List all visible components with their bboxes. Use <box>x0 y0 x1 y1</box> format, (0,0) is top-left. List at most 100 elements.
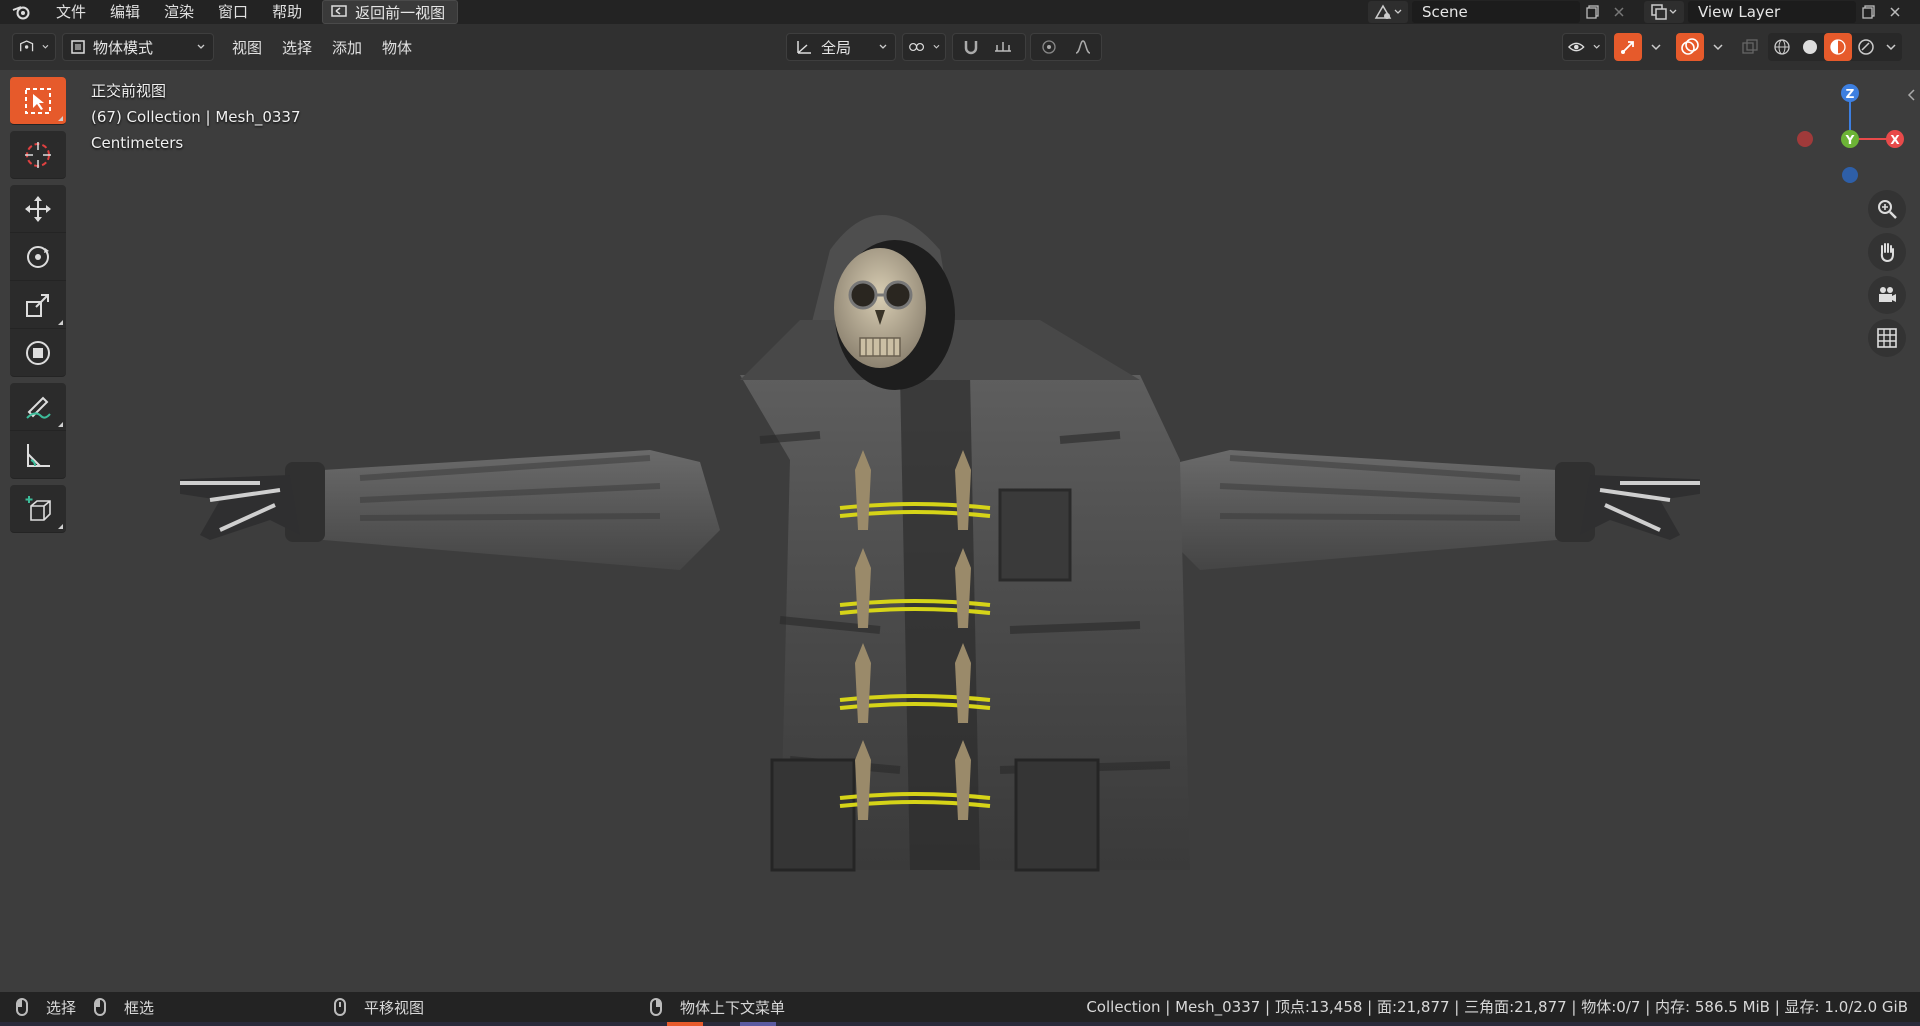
unit-system: Centimeters <box>91 134 184 152</box>
view-layer-selector: View Layer <box>1644 0 1908 24</box>
gizmo-x-label: X <box>1890 133 1900 147</box>
select-hint-label: 选择 <box>46 998 77 1017</box>
xray-icon <box>1742 39 1758 54</box>
rendered-shading-icon[interactable] <box>1852 33 1880 61</box>
snapping-group <box>952 33 1026 61</box>
falloff-curve-icon[interactable] <box>1069 33 1097 61</box>
cursor-tool[interactable] <box>10 131 66 179</box>
object-visibility-dropdown[interactable] <box>1562 33 1606 61</box>
gizmo-neg-x-axis[interactable] <box>1797 131 1813 147</box>
show-overlays-toggle[interactable] <box>1676 33 1704 61</box>
eye-icon <box>1568 42 1585 52</box>
chevron-down-icon <box>1713 43 1723 50</box>
back-button-label: 返回前一视图 <box>355 3 446 22</box>
tool-shelf <box>10 77 66 533</box>
gizmo-y-label: Y <box>1845 133 1855 147</box>
gizmo-neg-z-axis[interactable] <box>1842 167 1858 183</box>
menu-file[interactable]: 文件 <box>44 0 98 24</box>
scene-icon <box>1374 4 1392 19</box>
magnet-snap-icon[interactable] <box>957 33 985 61</box>
close-view-layer-icon[interactable] <box>1882 1 1908 23</box>
chevron-down-icon <box>197 44 205 49</box>
menu-render[interactable]: 渲染 <box>152 0 206 24</box>
proportional-edit-icon[interactable] <box>1035 33 1063 61</box>
view-name: 正交前视图 <box>91 82 167 100</box>
viewport-header: 物体模式 视图 选择 添加 物体 全局 <box>0 24 1920 70</box>
status-pan-hint: 平移视图 <box>334 992 424 1022</box>
transform-icon <box>26 340 50 365</box>
close-scene-icon[interactable] <box>1606 1 1632 23</box>
menu-object[interactable]: 物体 <box>372 37 422 58</box>
shading-mode-group <box>1768 33 1902 61</box>
menu-window[interactable]: 窗口 <box>206 0 260 24</box>
camera-view-icon[interactable] <box>1868 276 1906 314</box>
scene-selector: Scene <box>1368 0 1632 24</box>
sidebar-toggle-chevron-icon[interactable] <box>1906 88 1916 106</box>
new-scene-icon[interactable] <box>1580 1 1606 23</box>
pan-hint-label: 平移视图 <box>364 998 425 1017</box>
snap-increment-icon[interactable] <box>989 33 1017 61</box>
chevron-down-icon <box>933 44 940 49</box>
wireframe-shading-icon[interactable] <box>1768 33 1796 61</box>
new-view-layer-icon[interactable] <box>1856 1 1882 23</box>
editor-type-dropdown[interactable] <box>12 33 56 61</box>
view-layer-name-field[interactable]: View Layer <box>1688 1 1856 23</box>
blender-logo-icon[interactable] <box>0 0 44 24</box>
toggle-xray-button[interactable] <box>1736 33 1764 61</box>
chevron-down-icon <box>1669 9 1677 14</box>
scale-tool[interactable] <box>10 281 66 329</box>
menu-help[interactable]: 帮助 <box>260 0 314 24</box>
shading-options-dropdown[interactable] <box>1880 33 1902 61</box>
menu-edit[interactable]: 编辑 <box>98 0 152 24</box>
annotate-tool[interactable] <box>10 383 66 431</box>
transform-orientation-dropdown[interactable]: 全局 <box>786 33 896 61</box>
measure-ruler-icon <box>27 443 50 467</box>
add-cube-tool[interactable] <box>10 485 66 533</box>
pan-hand-icon[interactable] <box>1868 233 1906 271</box>
3d-viewport[interactable]: 正交前视图 (67) Collection | Mesh_0337 Centim… <box>0 70 1920 992</box>
menu-select[interactable]: 选择 <box>272 37 322 58</box>
pivot-point-dropdown[interactable] <box>902 33 946 61</box>
character-model[interactable] <box>180 200 1700 992</box>
status-bottom-strip <box>0 1022 1920 1026</box>
menu-view[interactable]: 视图 <box>222 37 272 58</box>
scene-name-field[interactable]: Scene <box>1412 1 1580 23</box>
menu-add[interactable]: 添加 <box>322 37 372 58</box>
cursor-icon <box>25 141 51 168</box>
overlays-options-dropdown[interactable] <box>1704 33 1732 61</box>
chevron-down-icon <box>1394 9 1402 14</box>
select-box-icon <box>25 87 51 114</box>
navigation-gizmo[interactable]: Y Z X <box>1785 75 1905 185</box>
tool-options-corner <box>58 116 63 121</box>
status-context-menu-hint: 物体上下文菜单 <box>650 992 785 1022</box>
proportional-edit-group <box>1030 33 1102 61</box>
chevron-down-icon <box>42 44 49 49</box>
mouse-left-icon <box>16 998 28 1016</box>
zoom-icon[interactable] <box>1868 190 1906 228</box>
scene-type-dropdown[interactable] <box>1368 1 1408 23</box>
chevron-down-icon <box>1593 44 1600 49</box>
add-cube-icon <box>25 495 51 521</box>
solid-shading-icon[interactable] <box>1796 33 1824 61</box>
box-select-hint-label: 框选 <box>124 998 155 1017</box>
measure-tool[interactable] <box>10 431 66 479</box>
chevron-down-icon <box>1651 43 1661 50</box>
move-tool[interactable] <box>10 185 66 233</box>
mouse-right-icon <box>650 998 662 1016</box>
status-select-hint: 选择 <box>16 992 76 1022</box>
back-to-previous-button[interactable]: 返回前一视图 <box>322 0 459 24</box>
grid-projection-icon[interactable] <box>1868 319 1906 357</box>
3d-viewport-icon <box>20 40 34 52</box>
overlays-icon <box>1681 38 1699 55</box>
view-layer-icon <box>1651 4 1667 20</box>
material-preview-shading-icon[interactable] <box>1824 33 1852 61</box>
select-box-tool[interactable] <box>10 77 66 125</box>
mode-dropdown[interactable]: 物体模式 <box>62 33 214 61</box>
tool-options-corner <box>58 524 63 529</box>
show-gizmo-toggle[interactable] <box>1614 33 1642 61</box>
rotate-tool[interactable] <box>10 233 66 281</box>
chevron-down-icon <box>1886 43 1896 50</box>
gizmo-options-dropdown[interactable] <box>1642 33 1670 61</box>
transform-tool[interactable] <box>10 329 66 377</box>
view-layer-type-dropdown[interactable] <box>1644 1 1684 23</box>
